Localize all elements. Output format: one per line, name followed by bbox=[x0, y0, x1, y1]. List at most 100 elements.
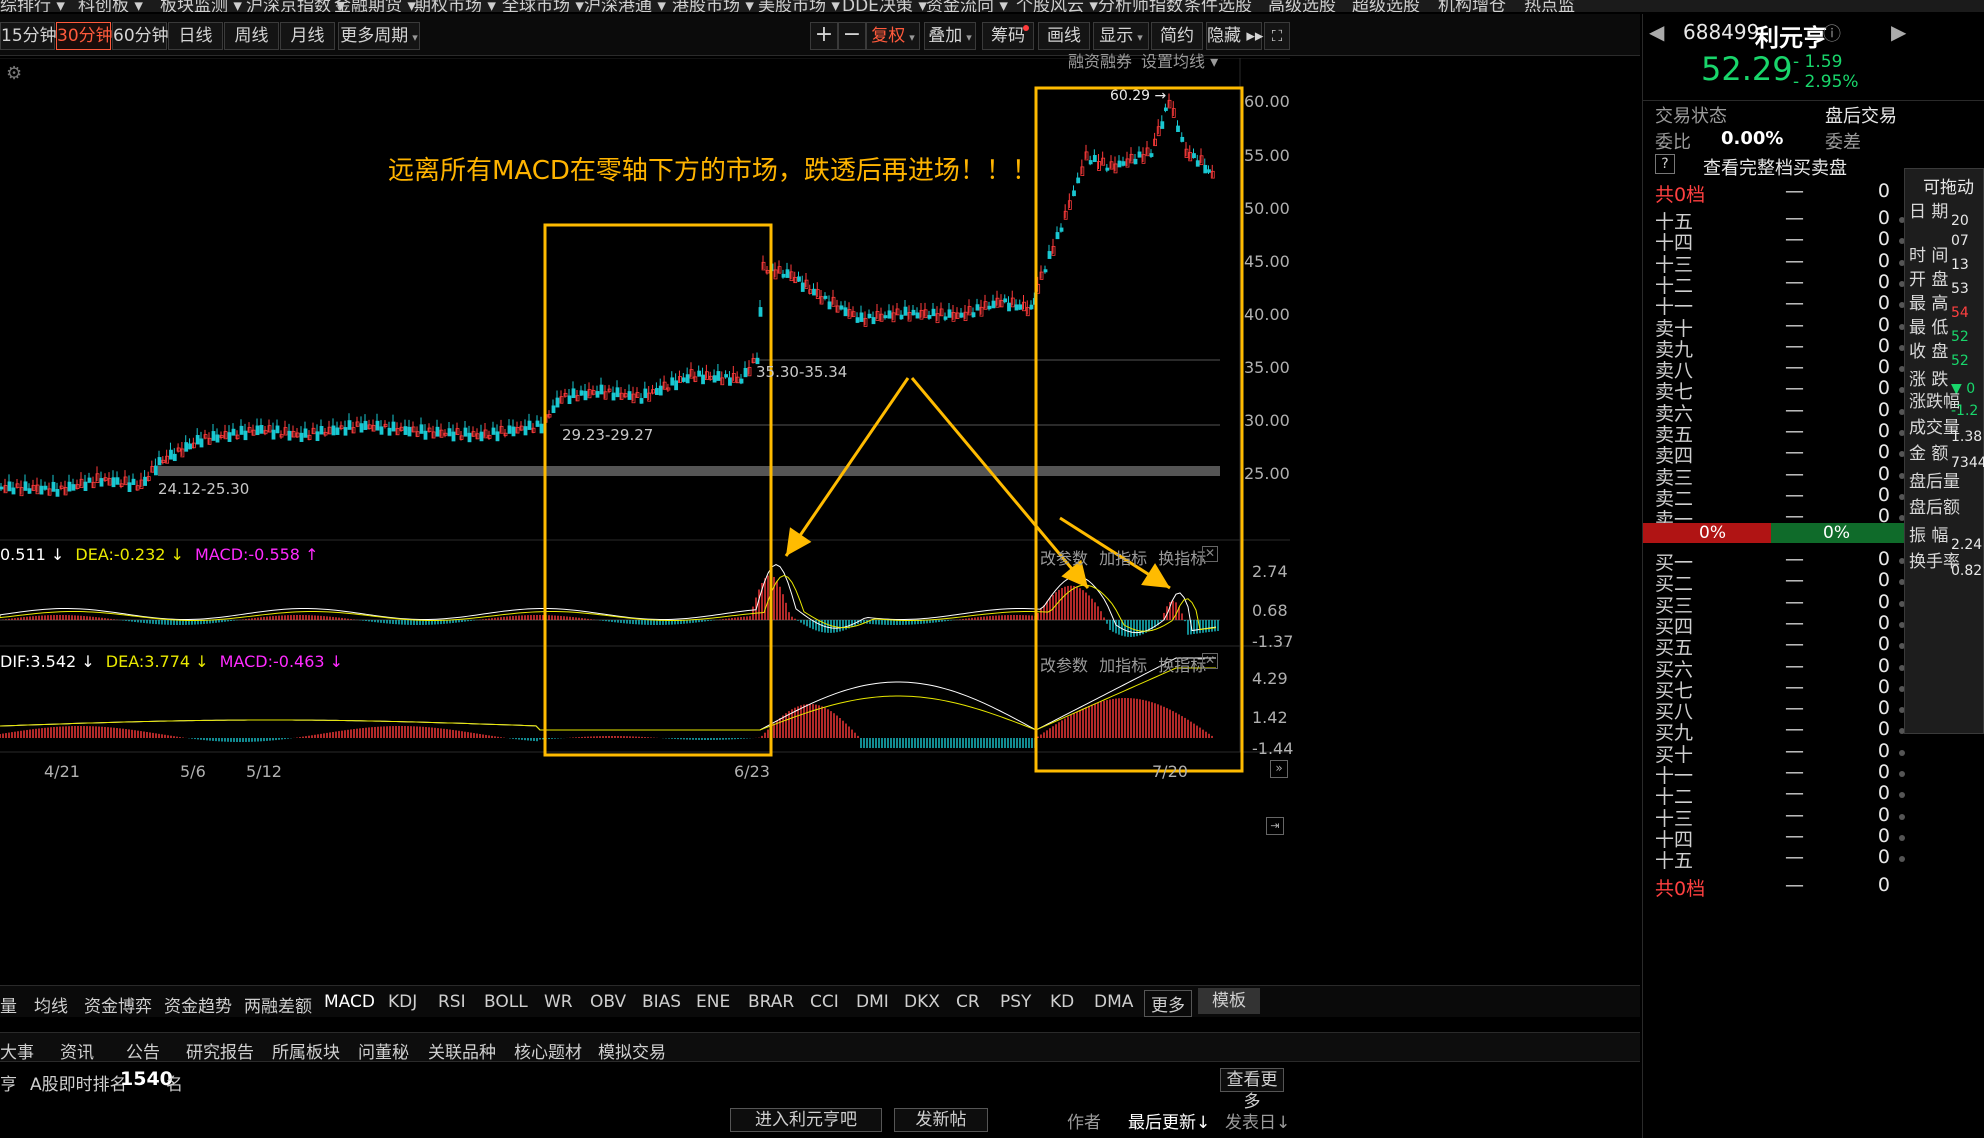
indicator-tab[interactable]: CR bbox=[956, 992, 980, 1012]
candle-body bbox=[758, 307, 763, 317]
info-tab[interactable]: 所属板块 bbox=[272, 1038, 340, 1063]
indicator-tab[interactable]: OBV bbox=[590, 992, 626, 1012]
more-periods-dropdown[interactable]: 更多周期 bbox=[338, 22, 420, 50]
top-menu-item[interactable]: 热点监 bbox=[1524, 0, 1575, 12]
indicator-tab[interactable]: CCI bbox=[810, 992, 839, 1012]
macd2-add-indicator[interactable]: 加指标 bbox=[1099, 656, 1147, 675]
macd1-close-icon[interactable]: ✕ bbox=[1202, 546, 1218, 562]
top-menu-item[interactable]: 机构增仓 bbox=[1438, 0, 1506, 12]
full-book-link[interactable]: 查看完整档买卖盘 bbox=[1703, 154, 1847, 180]
help-icon[interactable]: ? bbox=[1655, 154, 1675, 174]
info-tab[interactable]: 关联品种 bbox=[428, 1038, 496, 1063]
stock-info-icon[interactable]: ⓘ bbox=[1823, 20, 1841, 46]
info-tab[interactable]: 大事 bbox=[0, 1038, 34, 1063]
zoom-out-button[interactable]: − bbox=[838, 22, 866, 50]
top-menu-item[interactable]: 超级选股 bbox=[1352, 0, 1420, 12]
rzrq-toggle[interactable]: 融资融券 bbox=[1068, 48, 1132, 72]
expand-icon[interactable]: ⇥ bbox=[1266, 817, 1284, 835]
top-menu-item[interactable]: 沪深京指数 ▾ bbox=[246, 0, 345, 12]
indicator-tab[interactable]: 资金趋势 bbox=[164, 992, 232, 1017]
popup-title: 可拖动 bbox=[1923, 178, 1974, 198]
prev-stock-icon[interactable]: ◀ bbox=[1649, 20, 1664, 44]
top-menu-item[interactable]: 板块监测 ▾ bbox=[160, 0, 242, 12]
macd2-close-icon[interactable]: ✕ bbox=[1202, 653, 1218, 669]
ma-settings-dropdown[interactable]: 设置均线 ▾ bbox=[1141, 48, 1218, 72]
fuquan-dropdown[interactable]: 复权 bbox=[866, 22, 920, 50]
macd2-change-params[interactable]: 改参数 bbox=[1040, 656, 1088, 675]
indicator-tab[interactable]: 两融差额 bbox=[244, 992, 312, 1017]
period-tab[interactable]: 30分钟 bbox=[56, 22, 113, 50]
top-menu-item[interactable]: 高级选股 bbox=[1268, 0, 1336, 12]
indicator-tab[interactable]: 量 bbox=[0, 992, 17, 1017]
chip-button[interactable]: 筹码 bbox=[982, 22, 1034, 50]
top-menu-item[interactable]: 个股风云 ▾ bbox=[1016, 0, 1098, 12]
info-tab[interactable]: 公告 bbox=[126, 1038, 160, 1063]
overlay-dropdown[interactable]: 叠加 bbox=[924, 22, 976, 50]
period-tab[interactable]: 日线 bbox=[168, 22, 223, 50]
candle-body bbox=[567, 395, 572, 405]
info-tab[interactable]: 问董秘 bbox=[358, 1038, 409, 1063]
indicator-tab[interactable]: ENE bbox=[696, 992, 730, 1012]
last-update-sort[interactable]: 最后更新↓ bbox=[1128, 1108, 1210, 1133]
draw-line-button[interactable]: 画线 bbox=[1038, 22, 1090, 50]
candle-body bbox=[215, 434, 220, 443]
kline-detail-popup[interactable]: 可拖动 日 期 20 07 时 间 13 开 盘 53 最 高 54 最 低 52 收 盘 52 涨 跌 ▼… bbox=[1904, 168, 1984, 734]
period-tab[interactable]: 60分钟 bbox=[112, 22, 169, 50]
top-menu-item[interactable]: 全球市场 ▾ bbox=[502, 0, 584, 12]
indicator-tab[interactable]: BIAS bbox=[642, 992, 681, 1012]
info-tab[interactable]: 模拟交易 bbox=[598, 1038, 666, 1063]
fullscreen-icon[interactable]: ⛶ bbox=[1264, 22, 1290, 50]
indicator-tab[interactable]: WR bbox=[544, 992, 573, 1012]
view-more-button[interactable]: 查看更多 bbox=[1220, 1068, 1284, 1112]
top-menu-item[interactable]: 综排行 ▾ bbox=[0, 0, 65, 12]
scroll-right-icon[interactable]: » bbox=[1270, 760, 1288, 778]
display-dropdown[interactable]: 显示 bbox=[1093, 22, 1149, 50]
info-tab[interactable]: 核心题材 bbox=[514, 1038, 582, 1063]
indicator-tab[interactable]: 资金博弈 bbox=[84, 992, 152, 1017]
top-menu-item[interactable]: 金融期货 ▾ bbox=[334, 0, 416, 12]
settings-gear-icon[interactable]: ⚙ bbox=[6, 63, 22, 84]
indicator-tab[interactable]: PSY bbox=[1000, 992, 1031, 1012]
new-post-button[interactable]: 发新帖 bbox=[894, 1108, 988, 1132]
indicator-tab[interactable]: 均线 bbox=[34, 992, 68, 1017]
top-menu-item[interactable]: 美股市场 ▾ bbox=[758, 0, 840, 12]
post-date-sort[interactable]: 发表日↓ bbox=[1225, 1108, 1290, 1133]
period-tab[interactable]: 月线 bbox=[280, 22, 335, 50]
candle-body bbox=[343, 427, 348, 436]
macd2-switch-indicator[interactable]: 换指标 bbox=[1158, 656, 1206, 675]
top-menu-item[interactable]: 资金流向 ▾ bbox=[926, 0, 1008, 12]
indicator-tab[interactable]: 更多 bbox=[1144, 990, 1192, 1017]
next-stock-icon[interactable]: ▶ bbox=[1891, 20, 1906, 44]
hide-panel-button[interactable]: 隐藏 ▸▸ bbox=[1206, 22, 1263, 50]
macd1-switch-indicator[interactable]: 换指标 bbox=[1158, 549, 1206, 568]
indicator-tab[interactable]: DMI bbox=[856, 992, 889, 1012]
top-menu-item[interactable]: 条件选股 bbox=[1184, 0, 1252, 12]
indicator-tab[interactable]: DKX bbox=[904, 992, 940, 1012]
enter-forum-button[interactable]: 进入利元亨吧 bbox=[730, 1108, 882, 1132]
simple-mode-button[interactable]: 简约 bbox=[1151, 22, 1203, 50]
top-menu-item[interactable]: DDE决策 ▾ bbox=[842, 0, 927, 12]
top-menu-item[interactable]: 科创板 ▾ bbox=[78, 0, 143, 12]
top-menu-item[interactable]: 港股市场 ▾ bbox=[672, 0, 754, 12]
indicator-tab[interactable]: RSI bbox=[438, 992, 466, 1012]
macd1-change-params[interactable]: 改参数 bbox=[1040, 549, 1088, 568]
top-menu-item[interactable]: 分析师指数 bbox=[1098, 0, 1183, 12]
author-column[interactable]: 作者 bbox=[1067, 1108, 1101, 1133]
top-menu-item[interactable]: 期权市场 ▾ bbox=[414, 0, 496, 12]
info-tab[interactable]: 资讯 bbox=[60, 1038, 94, 1063]
zoom-in-button[interactable]: + bbox=[810, 22, 838, 50]
indicator-tab[interactable]: KD bbox=[1050, 992, 1074, 1012]
indicator-tab[interactable]: MACD bbox=[324, 992, 375, 1012]
top-menu-item[interactable]: 沪深港通 ▾ bbox=[584, 0, 666, 12]
indicator-tab[interactable]: BRAR bbox=[748, 992, 794, 1012]
indicator-tab[interactable]: DMA bbox=[1094, 992, 1133, 1012]
rank-row: 亨 A股即时排名 1540 名 查看更多 bbox=[0, 1066, 1640, 1112]
info-tab[interactable]: 研究报告 bbox=[186, 1038, 254, 1063]
period-tab[interactable]: 周线 bbox=[224, 22, 279, 50]
indicator-tab[interactable]: 模板 bbox=[1198, 988, 1260, 1014]
indicator-tab[interactable]: KDJ bbox=[388, 992, 417, 1012]
macd1-add-indicator[interactable]: 加指标 bbox=[1099, 549, 1147, 568]
candle-body bbox=[227, 432, 232, 442]
period-tab[interactable]: 15分钟 bbox=[0, 22, 57, 50]
indicator-tab[interactable]: BOLL bbox=[484, 992, 528, 1012]
